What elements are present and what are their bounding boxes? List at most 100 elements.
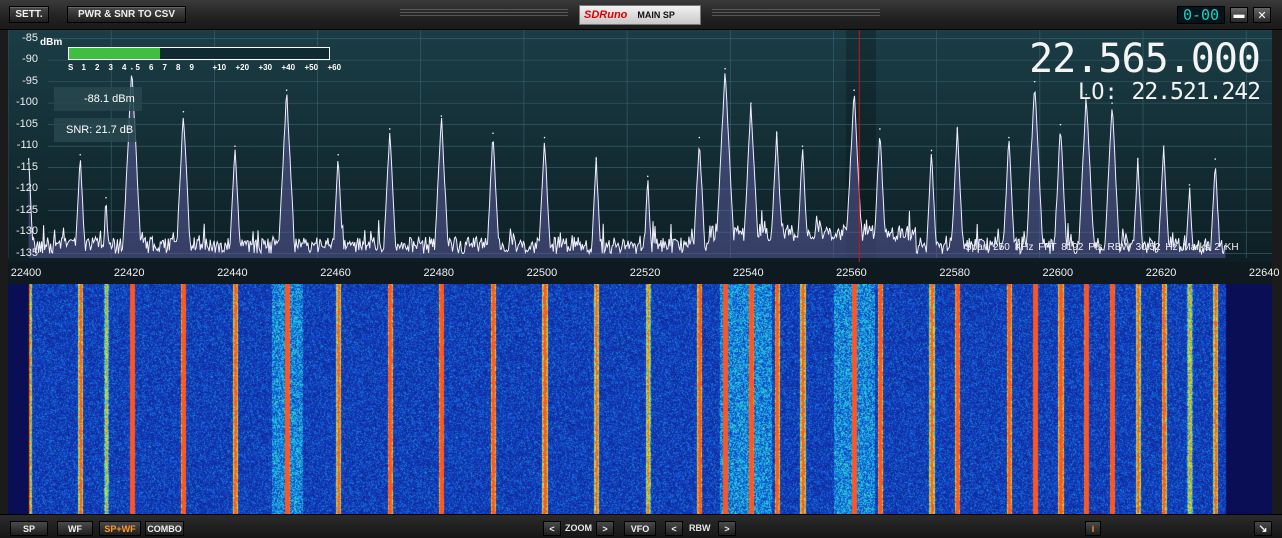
spectrum-peak [750, 102, 752, 104]
x-tick-label: 22600 [1042, 267, 1074, 279]
zoom-in-button[interactable]: > [596, 521, 614, 536]
y-tick-label: -110 [16, 139, 38, 152]
resize-arrow-icon[interactable]: ↘ [1254, 521, 1272, 536]
drag-grip-left[interactable] [400, 9, 568, 21]
wf-mode-button[interactable]: WF [57, 521, 93, 536]
x-tick-label: 22440 [217, 267, 248, 279]
spectrum-peak [879, 128, 881, 130]
s-meter [68, 47, 330, 60]
spectrum-peak [724, 67, 726, 70]
y-tick-label: -85 [22, 31, 38, 44]
sdruno-logo: SDRuno [584, 9, 628, 21]
spectrum-peak [1137, 158, 1139, 160]
s-meter-fill [69, 48, 160, 59]
s-meter-label: 6 [149, 63, 154, 72]
x-tick-label: 22520 [629, 267, 661, 279]
spectrum-peak [492, 132, 494, 135]
s-meter-label: +20 [235, 63, 250, 72]
spectrum-peak [1188, 184, 1191, 186]
zoom-out-button[interactable]: < [543, 521, 561, 536]
s-meter-label: 9 [189, 63, 194, 72]
zoom-label: ZOOM [565, 523, 592, 533]
spectrum-peak [27, 158, 30, 160]
s-meter-label: S [68, 63, 74, 72]
y-tick-label: -115 [16, 160, 38, 173]
y-tick-label: -100 [15, 96, 38, 109]
rbw-decrease-button[interactable]: < [665, 521, 683, 536]
title-bar: SETT. PWR & SNR TO CSV SDRuno MAIN SP 0-… [0, 0, 1282, 30]
spectrum-peak [285, 89, 288, 92]
close-icon[interactable]: ✕ [1253, 7, 1271, 23]
x-tick-label: 22620 [1145, 267, 1177, 279]
spwf-mode-button[interactable]: SP+WF [99, 521, 141, 536]
spectrum-peak [388, 128, 391, 130]
spectrum-peak [930, 149, 933, 152]
x-tick-label: 22480 [423, 267, 455, 279]
s-meter-label: 8 [176, 63, 181, 72]
x-tick-label: 22420 [113, 267, 145, 279]
digital-display: 0-00 [1177, 6, 1225, 24]
vfo-button[interactable]: VFO [624, 521, 656, 536]
span-info: Span 250 KHz [965, 242, 1034, 253]
s-meter-label: 5 [135, 63, 140, 72]
spectrum-peak [543, 136, 546, 139]
dbm-unit-label: dBm [40, 37, 63, 48]
spectrum-peak [337, 153, 339, 156]
lo-label: LO: [1078, 80, 1118, 105]
spectrum-peak [131, 67, 133, 70]
combo-mode-button[interactable]: COMBO [145, 521, 184, 536]
s-meter-label: 7 [162, 63, 167, 72]
waterfall-canvas [8, 284, 1272, 514]
spectrum-peak [801, 145, 804, 147]
spectrum-peak [698, 136, 701, 139]
fft-info: FFT 8192 Pts [1038, 242, 1103, 253]
x-tick-label: 22540 [732, 267, 764, 279]
s-meter-label: +40 [281, 63, 296, 72]
y-tick-label: -125 [15, 203, 38, 216]
y-tick-label: -130 [15, 225, 38, 238]
bottom-toolbar: SP WF SP+WF COMBO < ZOOM > VFO < RBW > i… [0, 514, 1282, 538]
info-icon[interactable]: i [1085, 521, 1101, 536]
spectrum-peak [1214, 158, 1217, 160]
s-meter-label: +60 [327, 63, 342, 72]
spectrum-peak [853, 89, 855, 92]
s-meter-label: +30 [258, 63, 273, 72]
power-readout: -88.1 dBm [54, 87, 142, 111]
spectrum-peak [79, 153, 82, 156]
marks-info: Marks 2 KH [1182, 242, 1239, 253]
export-csv-button[interactable]: PWR & SNR TO CSV [67, 6, 186, 23]
spectrum-peak [1059, 123, 1062, 126]
spectrum-peak [440, 115, 443, 117]
frequency-readout[interactable]: 22.565.000 [1029, 36, 1261, 82]
y-tick-label: -120 [15, 182, 38, 195]
sp-mode-button[interactable]: SP [10, 521, 48, 536]
x-tick-label: 22460 [320, 267, 351, 279]
s-meter-label: +10 [212, 63, 227, 72]
rbw-label: RBW [689, 523, 711, 533]
s-meter-label: 3 [108, 63, 113, 72]
lo-frequency-readout[interactable]: 22.521.242 [1132, 79, 1261, 105]
spectrum-peak [595, 158, 597, 160]
y-tick-label: -90 [22, 53, 38, 66]
y-tick-label: -135 [15, 246, 38, 259]
x-tick-label: 22640 [1248, 267, 1280, 279]
minimize-icon[interactable]: ▬ [1230, 7, 1248, 23]
spectrum-peak [646, 175, 649, 178]
spectrum-peak [1162, 145, 1165, 147]
spectrum-info: Span 250 KHz FFT 8192 Pts RBW 30.52 Hz M… [965, 242, 1239, 253]
x-tick-label: 22500 [526, 267, 558, 279]
s-meter-label: 2 [95, 63, 100, 72]
spectrum-peak [956, 128, 959, 130]
y-tick-label: -105 [15, 117, 38, 130]
drag-grip-right[interactable] [712, 9, 880, 21]
spectrum-peak [234, 145, 236, 147]
spectrum-peak [775, 132, 778, 135]
snr-readout: SNR: 21.7 dB [54, 118, 136, 142]
window-title: MAIN SP [637, 10, 675, 20]
x-tick-label: 22560 [836, 267, 867, 279]
s-meter-label: 4 [122, 63, 127, 72]
waterfall-display[interactable] [8, 284, 1272, 514]
rbw-increase-button[interactable]: > [718, 521, 736, 536]
settings-button[interactable]: SETT. [9, 6, 49, 23]
spectrum-peak [182, 110, 185, 113]
